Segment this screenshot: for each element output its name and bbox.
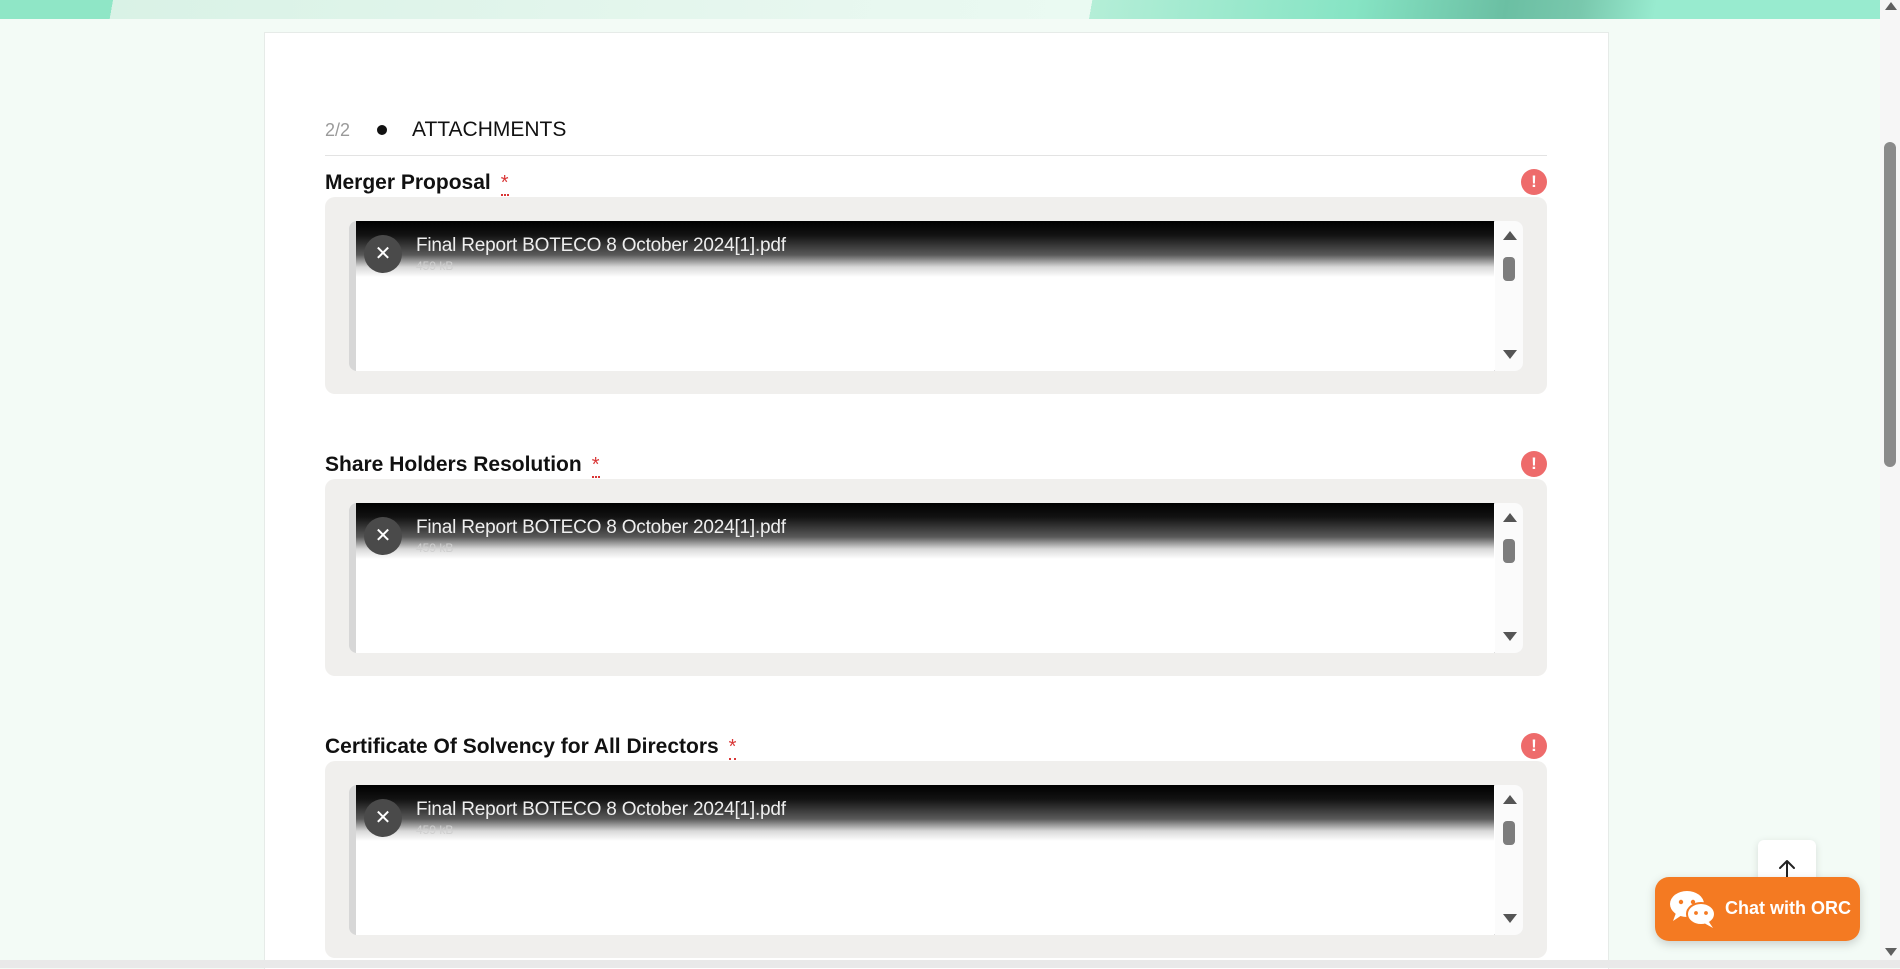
- chat-label: Chat with ORC: [1725, 898, 1851, 918]
- attachments-card: 2/2 ATTACHMENTS Merger Proposal * ! ✕ Fin…: [264, 32, 1609, 969]
- file-item: ✕ Final Report BOTECO 8 October 2024[1].…: [356, 221, 1494, 371]
- file-list-edge: [349, 503, 356, 653]
- file-list-scrollbar[interactable]: [1495, 503, 1523, 653]
- alert-icon: !: [1521, 169, 1547, 195]
- file-name: Final Report BOTECO 8 October 2024[1].pd…: [416, 517, 786, 538]
- file-list: ✕ Final Report BOTECO 8 October 2024[1].…: [349, 503, 1523, 653]
- file-dropzone[interactable]: ✕ Final Report BOTECO 8 October 2024[1].…: [325, 761, 1547, 958]
- scroll-thumb[interactable]: [1503, 821, 1515, 845]
- file-dropzone[interactable]: ✕ Final Report BOTECO 8 October 2024[1].…: [325, 479, 1547, 676]
- file-list-scrollbar[interactable]: [1495, 785, 1523, 935]
- file-size: 459 kB: [416, 823, 454, 837]
- window-bottom-edge: [0, 960, 1900, 968]
- file-list: ✕ Final Report BOTECO 8 October 2024[1].…: [349, 785, 1523, 935]
- required-marker: *: [500, 172, 509, 196]
- field-label: Merger Proposal *: [325, 171, 509, 196]
- scroll-thumb[interactable]: [1503, 257, 1515, 281]
- required-marker: *: [591, 454, 600, 478]
- field-label-text: Share Holders Resolution: [325, 453, 582, 476]
- alert-icon: !: [1521, 733, 1547, 759]
- scroll-down-arrow-icon[interactable]: [1503, 914, 1517, 923]
- top-banner: [0, 0, 1880, 19]
- file-size: 459 kB: [416, 541, 454, 555]
- remove-file-button[interactable]: ✕: [364, 235, 402, 273]
- page-scroll-up-icon[interactable]: [1885, 2, 1897, 10]
- wechat-icon: [1670, 891, 1716, 928]
- field-label-text: Certificate Of Solvency for All Director…: [325, 735, 719, 758]
- file-list-edge: [349, 221, 356, 371]
- file-list-edge: [349, 785, 356, 935]
- field-label: Share Holders Resolution *: [325, 453, 600, 478]
- page-scroll-thumb[interactable]: [1884, 142, 1896, 467]
- step-title: ATTACHMENTS: [412, 118, 567, 141]
- scroll-up-arrow-icon[interactable]: [1503, 795, 1517, 804]
- scroll-up-arrow-icon[interactable]: [1503, 231, 1517, 240]
- field-label-text: Merger Proposal: [325, 171, 491, 194]
- page-scrollbar[interactable]: [1880, 0, 1900, 960]
- scroll-up-arrow-icon[interactable]: [1503, 513, 1517, 522]
- field-label: Certificate Of Solvency for All Director…: [325, 735, 737, 760]
- file-item: ✕ Final Report BOTECO 8 October 2024[1].…: [356, 785, 1494, 935]
- alert-icon: !: [1521, 451, 1547, 477]
- file-name: Final Report BOTECO 8 October 2024[1].pd…: [416, 235, 786, 256]
- page-scroll-down-icon[interactable]: [1885, 948, 1897, 956]
- field-certificate-of-solvency: Certificate Of Solvency for All Director…: [325, 733, 1547, 958]
- step-counter: 2/2: [325, 120, 351, 140]
- file-list-scrollbar[interactable]: [1495, 221, 1523, 371]
- file-dropzone[interactable]: ✕ Final Report BOTECO 8 October 2024[1].…: [325, 197, 1547, 394]
- file-item: ✕ Final Report BOTECO 8 October 2024[1].…: [356, 503, 1494, 653]
- field-share-holders-resolution: Share Holders Resolution * ! ✕ Final Repo…: [325, 451, 1547, 676]
- required-marker: *: [728, 736, 737, 760]
- step-dot: [377, 125, 387, 135]
- remove-file-button[interactable]: ✕: [364, 799, 402, 837]
- scroll-down-arrow-icon[interactable]: [1503, 350, 1517, 359]
- file-name: Final Report BOTECO 8 October 2024[1].pd…: [416, 799, 786, 820]
- scroll-thumb[interactable]: [1503, 539, 1515, 563]
- chat-with-orc-button[interactable]: Chat with ORC: [1655, 877, 1860, 941]
- file-list: ✕ Final Report BOTECO 8 October 2024[1].…: [349, 221, 1523, 371]
- remove-file-button[interactable]: ✕: [364, 517, 402, 555]
- scroll-down-arrow-icon[interactable]: [1503, 632, 1517, 641]
- file-size: 459 kB: [416, 259, 454, 273]
- step-header: 2/2 ATTACHMENTS: [325, 75, 1547, 156]
- field-merger-proposal: Merger Proposal * ! ✕ Final Report BOTECO…: [325, 169, 1547, 394]
